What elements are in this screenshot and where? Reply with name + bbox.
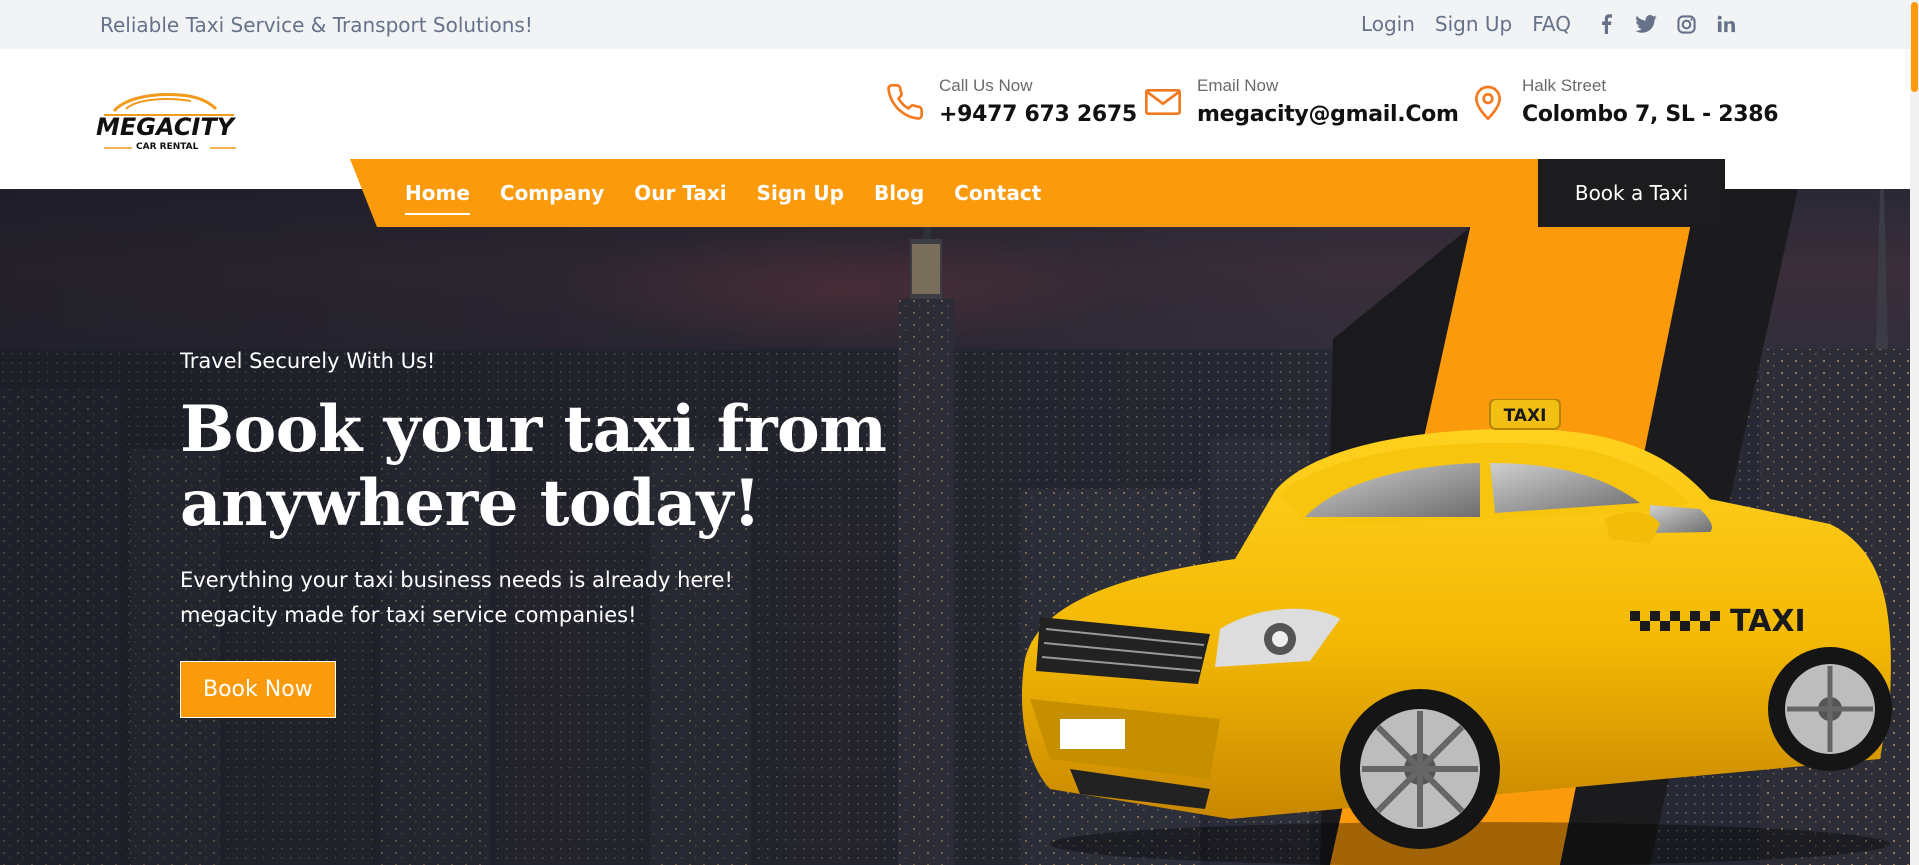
nav-item-sign-up[interactable]: Sign Up — [757, 181, 844, 205]
svg-text:MEGACITY: MEGACITY — [96, 113, 237, 141]
location-pin-icon — [1468, 82, 1508, 122]
social-links — [1595, 13, 1737, 35]
taxi-door-text: TAXI — [1730, 604, 1806, 639]
contact-label: Halk Street — [1522, 76, 1607, 95]
brand-logo[interactable]: MEGACITY CAR RENTAL — [96, 85, 246, 155]
main-nav: Home Company Our Taxi Sign Up Blog Conta… — [405, 159, 1041, 227]
hero-title: Book your taxi from anywhere today! — [180, 392, 887, 541]
contact-label: Email Now — [1197, 76, 1279, 95]
instagram-icon[interactable] — [1675, 13, 1697, 35]
hero-desc-line2: megacity made for taxi service companies… — [180, 603, 637, 627]
contact-value: megacity@gmail.Com — [1197, 102, 1459, 127]
nav-item-home[interactable]: Home — [405, 181, 470, 215]
hero-subtitle: Travel Securely With Us! — [180, 349, 436, 373]
taxi-car-image: TAXI TAXI — [1021, 399, 1892, 865]
signup-link[interactable]: Sign Up — [1435, 12, 1512, 36]
taxi-roof-sign: TAXI — [1504, 406, 1547, 426]
login-link[interactable]: Login — [1361, 12, 1415, 36]
twitter-icon[interactable] — [1635, 13, 1657, 35]
mail-icon — [1143, 82, 1183, 122]
book-a-taxi-button[interactable]: Book a Taxi — [1538, 159, 1725, 227]
phone-icon — [885, 82, 925, 122]
contact-value: Colombo 7, SL - 2386 — [1522, 102, 1779, 127]
hero-desc-line1: Everything your taxi business needs is a… — [180, 568, 733, 592]
facebook-icon[interactable] — [1595, 13, 1617, 35]
hero-section: TAXI TAXI Travel Securely With Us! Book … — [0, 189, 1910, 865]
contact-address[interactable]: Halk Street Colombo 7, SL - 2386 — [1468, 76, 1779, 127]
book-now-button[interactable]: Book Now — [180, 661, 336, 718]
tagline: Reliable Taxi Service & Transport Soluti… — [100, 13, 533, 37]
top-links: Login Sign Up FAQ — [1361, 12, 1737, 36]
hero-description: Everything your taxi business needs is a… — [180, 563, 886, 633]
scrollbar-thumb[interactable] — [1911, 2, 1918, 92]
contact-value: +9477 673 2675 — [939, 102, 1137, 127]
nav-item-our-taxi[interactable]: Our Taxi — [634, 181, 726, 205]
hero-title-line2: anywhere today! — [180, 466, 761, 541]
nav-item-blog[interactable]: Blog — [874, 181, 924, 205]
hero-title-line1: Book your taxi from — [180, 392, 887, 467]
linkedin-icon[interactable] — [1715, 13, 1737, 35]
contact-label: Call Us Now — [939, 76, 1033, 95]
nav-item-contact[interactable]: Contact — [954, 181, 1041, 205]
hero-content: Travel Securely With Us! Book your taxi … — [180, 349, 887, 718]
contact-phone[interactable]: Call Us Now +9477 673 2675 — [885, 76, 1137, 127]
nav-item-company[interactable]: Company — [500, 181, 604, 205]
faq-link[interactable]: FAQ — [1532, 12, 1571, 36]
logo-tagline: CAR RENTAL — [136, 142, 199, 152]
contact-email[interactable]: Email Now megacity@gmail.Com — [1143, 76, 1459, 127]
page-scrollbar[interactable] — [1910, 0, 1919, 865]
top-bar: Reliable Taxi Service & Transport Soluti… — [0, 0, 1919, 49]
